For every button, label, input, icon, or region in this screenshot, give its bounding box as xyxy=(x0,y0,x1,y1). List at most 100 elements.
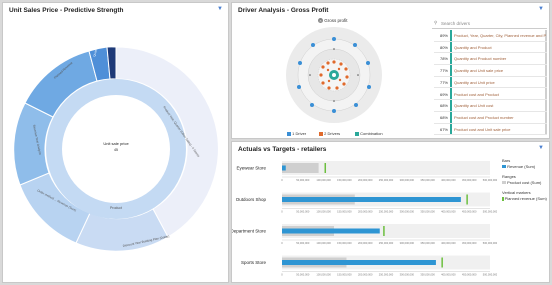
driver-strength: 68% xyxy=(439,103,448,109)
tick-label: 250,000,000 xyxy=(379,241,394,245)
legend-markers-swatch xyxy=(502,196,504,201)
driver-list-item[interactable]: 77% Quantity and Unit price xyxy=(434,77,547,89)
driver-label: Product cost and Product number xyxy=(454,114,514,120)
row-label: Outdoors Shop xyxy=(236,197,267,202)
driver-list-item[interactable]: 68% Product cost and Product number xyxy=(434,112,547,124)
tick-label: 450,000,000 xyxy=(462,241,477,245)
driver-radial-chart[interactable] xyxy=(279,25,389,125)
revenue-bar[interactable] xyxy=(282,165,286,171)
tick-label: 300,000,000 xyxy=(400,210,415,214)
target-node[interactable]: × Gross profit xyxy=(318,18,348,24)
driver-label: Product, Year, Quarter, City, Planned re… xyxy=(454,33,546,38)
inner-ring-label: Product xyxy=(110,206,122,210)
driver-strength: 69% xyxy=(439,91,448,97)
driver-strength: 68% xyxy=(439,114,448,120)
tick-label: 0 xyxy=(281,210,283,214)
legend-ranges-swatch xyxy=(502,181,506,185)
panel-menu-icon[interactable]: ▼ xyxy=(217,6,223,12)
driver-list-item[interactable]: 78% Quantity and Product number xyxy=(434,53,547,66)
tick-label: 50,000,000 xyxy=(296,210,310,214)
center-label: Unit sale price xyxy=(103,141,129,146)
tick-label: 400,000,000 xyxy=(441,273,456,277)
panel-title: Driver Analysis - Gross Profit xyxy=(238,7,329,14)
row-label: Sports Store xyxy=(241,260,267,265)
driver-label: Quantity and Product number xyxy=(454,56,507,62)
planned-marker xyxy=(324,163,327,173)
tick-label: 300,000,000 xyxy=(400,273,415,277)
legend-1-driver-swatch xyxy=(287,131,291,136)
driver-label: Quantity and Unit price xyxy=(454,79,495,85)
sunburst-chart[interactable]: Unit sale price 45 Product Product Year,… xyxy=(3,15,228,283)
tick-label: 150,000,000 xyxy=(337,178,352,182)
revenue-bar[interactable] xyxy=(282,228,380,234)
predictive-strength-panel: Unit Sales Price - Predictive Strength ▼… xyxy=(2,2,229,283)
driver-list-item[interactable]: 67% Product cost and Unit sale price xyxy=(434,124,547,136)
legend-2-drivers-swatch xyxy=(319,131,323,136)
tick-label: 100,000,000 xyxy=(316,273,331,277)
driver-label: Quantity and Unit sale price xyxy=(454,68,504,74)
panel-title: Unit Sales Price - Predictive Strength xyxy=(9,7,124,14)
tick-label: 250,000,000 xyxy=(379,273,394,277)
tick-label: 350,000,000 xyxy=(420,273,435,277)
tick-label: 150,000,000 xyxy=(337,210,352,214)
tick-label: 200,000,000 xyxy=(358,178,373,182)
target-node-icon: × xyxy=(318,18,323,24)
driver-search[interactable]: ⚲ Search drivers xyxy=(432,19,547,29)
tick-label: 350,000,000 xyxy=(420,210,435,214)
panel-menu-icon[interactable]: ▼ xyxy=(538,145,544,151)
driver-strength: 78% xyxy=(439,56,448,62)
search-icon: ⚲ xyxy=(434,20,438,25)
bullet-legend: Bars Revenue (Sum) Ranges Product cost (… xyxy=(502,158,550,218)
driver-strength: 77% xyxy=(439,79,448,85)
tick-label: 250,000,000 xyxy=(379,210,394,214)
tick-label: 200,000,000 xyxy=(358,273,373,277)
legend-markers-item[interactable]: Planned revenue (Sum) xyxy=(502,196,547,201)
driver-strength: 89% xyxy=(439,33,448,38)
revenue-bar[interactable] xyxy=(282,260,436,265)
legend-2-drivers[interactable]: 2 Drivers xyxy=(319,131,340,136)
driver-list-item[interactable]: 69% Product cost and Product xyxy=(434,89,547,101)
tick-label: 450,000,000 xyxy=(462,273,477,277)
driver-list-item[interactable]: 80% Quantity and Product xyxy=(434,42,547,54)
tick-label: 500,000,000 xyxy=(483,178,497,182)
legend-1-driver[interactable]: 1 Driver xyxy=(287,131,306,136)
planned-marker xyxy=(441,257,443,268)
tick-label: 400,000,000 xyxy=(441,210,456,214)
tick-label: 50,000,000 xyxy=(296,273,310,277)
actuals-vs-targets-panel: Actuals vs Targets - retailers ▼ Eyewear… xyxy=(231,141,550,283)
driver-list-item[interactable]: 89% Product, Year, Quarter, City, Planned… xyxy=(434,30,547,42)
tick-label: 50,000,000 xyxy=(296,178,310,182)
row-label: Department Store xyxy=(232,229,266,234)
legend-ranges-item[interactable]: Product cost (Sum) xyxy=(502,180,541,185)
driver-list-item[interactable]: 77% Quantity and Unit sale price xyxy=(434,65,547,77)
tick-label: 300,000,000 xyxy=(400,241,415,245)
tick-label: 500,000,000 xyxy=(483,241,497,245)
driver-list[interactable]: 89% Product, Year, Quarter, City, Planned… xyxy=(434,30,547,137)
panel-menu-icon[interactable]: ▼ xyxy=(538,6,544,12)
driver-strength: 80% xyxy=(439,44,448,50)
legend-bars-item[interactable]: Revenue (Sum) xyxy=(502,164,535,169)
row-label: Eyewear Store xyxy=(236,166,266,171)
tick-label: 300,000,000 xyxy=(400,178,415,182)
tick-label: 150,000,000 xyxy=(337,241,352,245)
legend-bars-title: Bars xyxy=(502,158,511,163)
tick-label: 500,000,000 xyxy=(483,210,497,214)
tick-label: 100,000,000 xyxy=(316,241,331,245)
tick-label: 250,000,000 xyxy=(379,178,394,182)
range-bar xyxy=(282,163,319,173)
tick-label: 350,000,000 xyxy=(420,178,435,182)
driver-label: Quantity and Product xyxy=(454,44,492,50)
legend-bars-swatch xyxy=(502,165,506,169)
tick-label: 0 xyxy=(281,178,283,182)
driver-list-item[interactable]: 68% Quantity and Unit cost xyxy=(434,100,547,112)
bullet-chart[interactable]: Eyewear Store 0 50,000,000 100,000,000 150,0… xyxy=(232,154,497,282)
search-input[interactable]: Search drivers xyxy=(441,21,470,26)
driver-analysis-panel: Driver Analysis - Gross Profit ▼ × Gross… xyxy=(231,2,550,139)
tick-label: 350,000,000 xyxy=(420,241,435,245)
revenue-bar[interactable] xyxy=(282,197,461,202)
driver-strength: 77% xyxy=(439,68,448,74)
tick-label: 200,000,000 xyxy=(358,241,373,245)
target-node-label: Gross profit xyxy=(324,18,348,23)
legend-combination[interactable]: Combination xyxy=(355,131,383,136)
tick-label: 450,000,000 xyxy=(462,210,477,214)
